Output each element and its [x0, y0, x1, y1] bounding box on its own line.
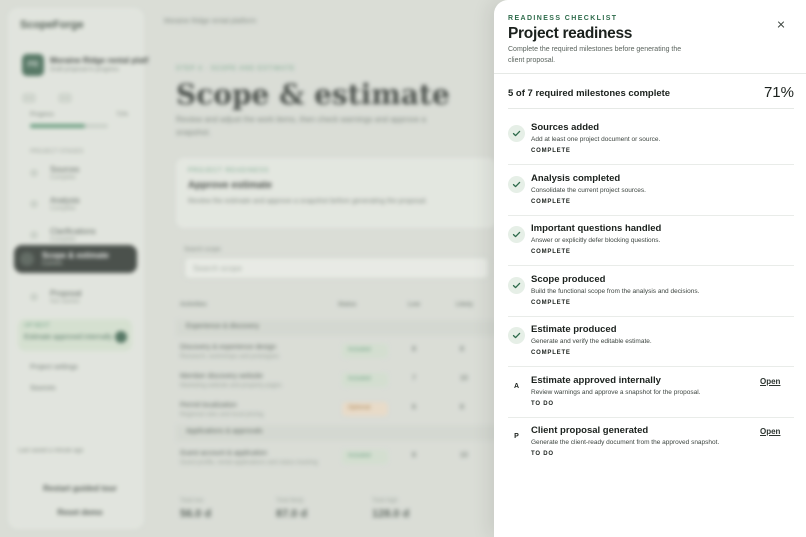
- milestone-marker-icon: P: [514, 433, 519, 440]
- milestone-title: Scope produced: [531, 273, 606, 285]
- close-icon[interactable]: [774, 17, 788, 31]
- milestone-status: COMPLETE: [531, 198, 571, 205]
- summary-divider: [508, 108, 794, 109]
- milestone-title: Estimate approved internally: [531, 374, 661, 386]
- milestone-status: TO DO: [531, 400, 554, 407]
- open-milestone-button[interactable]: Open: [760, 427, 780, 436]
- checklist-item: Sources added Add at least one project do…: [508, 115, 794, 165]
- milestone-title: Analysis completed: [531, 172, 621, 184]
- drawer-subtitle: Complete the required milestones before …: [508, 46, 682, 64]
- readiness-drawer: READINESS CHECKLIST Project readiness Co…: [494, 0, 806, 537]
- milestones-summary: 5 of 7 required milestones complete: [508, 88, 671, 99]
- checklist-item: Analysis completed Consolidate the curren…: [508, 166, 794, 216]
- checklist-item: Scope produced Build the functional scope…: [508, 267, 794, 317]
- checklist-item: Important questions handled Answer or exp…: [508, 216, 794, 266]
- milestone-description: Generate the client-ready document from …: [531, 439, 720, 446]
- check-icon: [508, 276, 525, 294]
- check-icon: [508, 125, 525, 142]
- drawer-title: Project readiness: [508, 25, 633, 42]
- milestone-marker-icon: A: [513, 382, 520, 390]
- milestone-description: Consolidate the current project sources.: [531, 186, 646, 194]
- milestone-status: COMPLETE: [531, 249, 571, 255]
- check-icon: [508, 327, 525, 344]
- milestone-title: Estimate produced: [531, 324, 617, 335]
- drawer-eyebrow: READINESS CHECKLIST: [508, 15, 618, 22]
- milestone-status: COMPLETE: [531, 350, 571, 356]
- milestone-status: TO DO: [531, 451, 554, 457]
- open-milestone-button[interactable]: Open: [760, 377, 780, 386]
- checklist-item: A Estimate approved internally Review warn…: [508, 368, 794, 418]
- milestone-description: Answer or explicitly defer blocking ques…: [531, 237, 661, 244]
- checklist-item: P Client proposal generated Generate the c…: [508, 418, 794, 468]
- milestone-status: COMPLETE: [531, 148, 571, 154]
- milestone-description: Build the functional scope from the anal…: [531, 287, 700, 295]
- check-icon: [508, 175, 525, 193]
- milestone-title: Important questions handled: [531, 223, 662, 234]
- checklist-item: Estimate produced Generate and verify the…: [508, 317, 794, 367]
- drawer-divider: [494, 73, 806, 74]
- milestone-title: Sources added: [531, 122, 600, 133]
- check-icon: [508, 226, 525, 243]
- milestone-status: COMPLETE: [531, 299, 571, 306]
- readiness-percent: 71%: [763, 84, 794, 101]
- milestone-description: Review warnings and approve a snapshot f…: [531, 388, 701, 396]
- milestone-description: Add at least one project document or sou…: [531, 136, 661, 143]
- milestone-description: Generate and verify the editable estimat…: [531, 338, 652, 345]
- milestone-title: Client proposal generated: [531, 425, 649, 436]
